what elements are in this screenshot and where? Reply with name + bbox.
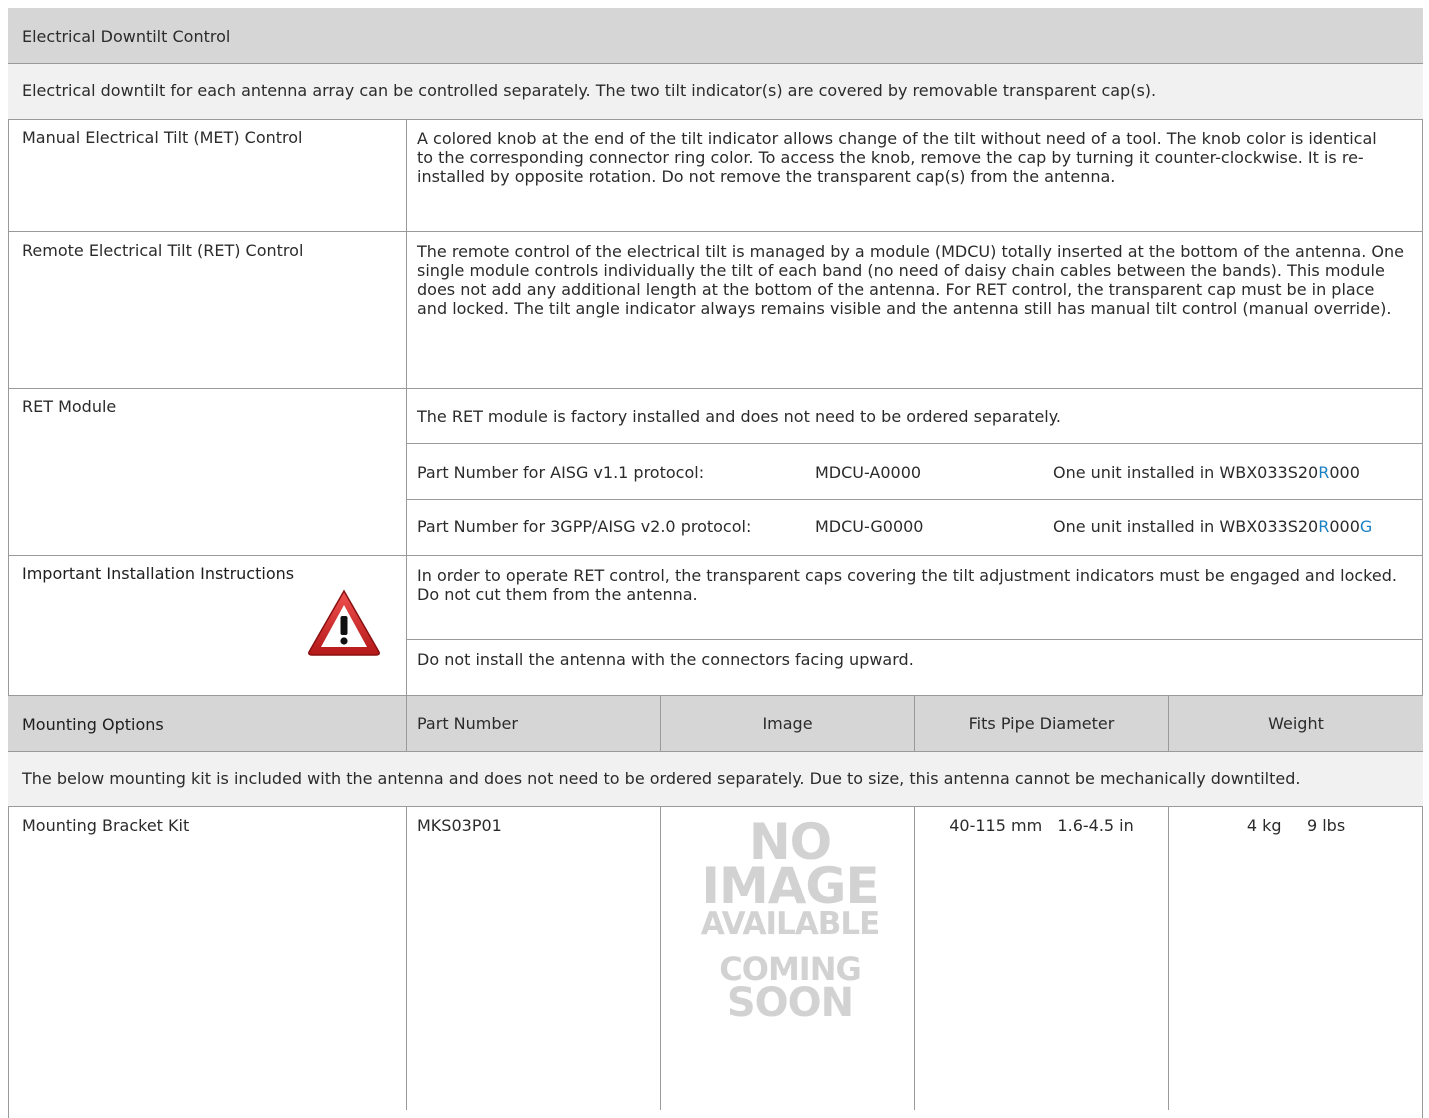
part-unit: One unit installed in WBX033S20R000: [1053, 463, 1360, 482]
ret-module-label: RET Module: [22, 397, 117, 416]
divider: [8, 555, 1423, 556]
column-divider: [406, 807, 407, 1110]
intro-text: Electrical downtilt for each antenna arr…: [22, 81, 1157, 100]
install-text-2: Do not install the antenna with the conn…: [417, 650, 914, 669]
placeholder-soon: SOON: [726, 980, 854, 1026]
met-label: Manual Electrical Tilt (MET) Control: [22, 128, 303, 147]
col-header-pipe: Fits Pipe Diameter: [968, 714, 1115, 733]
col-header-weight: Weight: [1268, 714, 1324, 733]
divider: [406, 443, 1423, 444]
divider: [406, 499, 1423, 500]
col-header-image: Image: [762, 714, 813, 733]
no-image-placeholder: NO IMAGE AVAILABLE COMING SOON: [680, 817, 900, 1026]
divider: [406, 639, 1423, 640]
placeholder-image: IMAGE: [701, 857, 879, 915]
install-label: Important Installation Instructions: [22, 564, 295, 583]
install-text-1: In order to operate RET control, the tra…: [417, 566, 1397, 604]
kit-pipe: 40-115 mm 1.6-4.5 in: [949, 816, 1134, 835]
divider: [8, 231, 1423, 232]
col-header-part-number: Part Number: [417, 714, 518, 733]
column-divider: [406, 120, 407, 696]
ret-module-text: The RET module is factory installed and …: [417, 407, 1061, 426]
divider: [8, 388, 1423, 389]
ret-label: Remote Electrical Tilt (RET) Control: [22, 241, 304, 260]
mounting-label: Mounting Options: [22, 715, 164, 734]
column-divider: [660, 807, 661, 1110]
column-divider: [914, 807, 915, 1110]
section-title: Electrical Downtilt Control: [22, 27, 231, 46]
kit-weight: 4 kg 9 lbs: [1246, 816, 1346, 835]
kit-part: MKS03P01: [417, 816, 502, 835]
intro-row: Electrical downtilt for each antenna arr…: [8, 64, 1423, 120]
warning-icon: [306, 588, 382, 658]
mounting-note-row: The below mounting kit is included with …: [8, 752, 1423, 807]
section-header: Electrical Downtilt Control: [8, 8, 1423, 64]
kit-name: Mounting Bracket Kit: [22, 816, 190, 835]
ret-text: The remote control of the electrical til…: [417, 242, 1404, 318]
part-unit: One unit installed in WBX033S20R000G: [1053, 517, 1373, 536]
met-text: A colored knob at the end of the tilt in…: [417, 129, 1377, 186]
column-divider: [406, 695, 407, 752]
part-protocol: Part Number for 3GPP/AISG v2.0 protocol:: [417, 517, 752, 536]
column-divider: [1168, 807, 1169, 1110]
part-protocol: Part Number for AISG v1.1 protocol:: [417, 463, 705, 482]
part-number: MDCU-G0000: [815, 517, 924, 536]
mounting-note: The below mounting kit is included with …: [22, 769, 1301, 788]
placeholder-available: AVAILABLE: [700, 906, 881, 942]
part-number: MDCU-A0000: [815, 463, 922, 482]
